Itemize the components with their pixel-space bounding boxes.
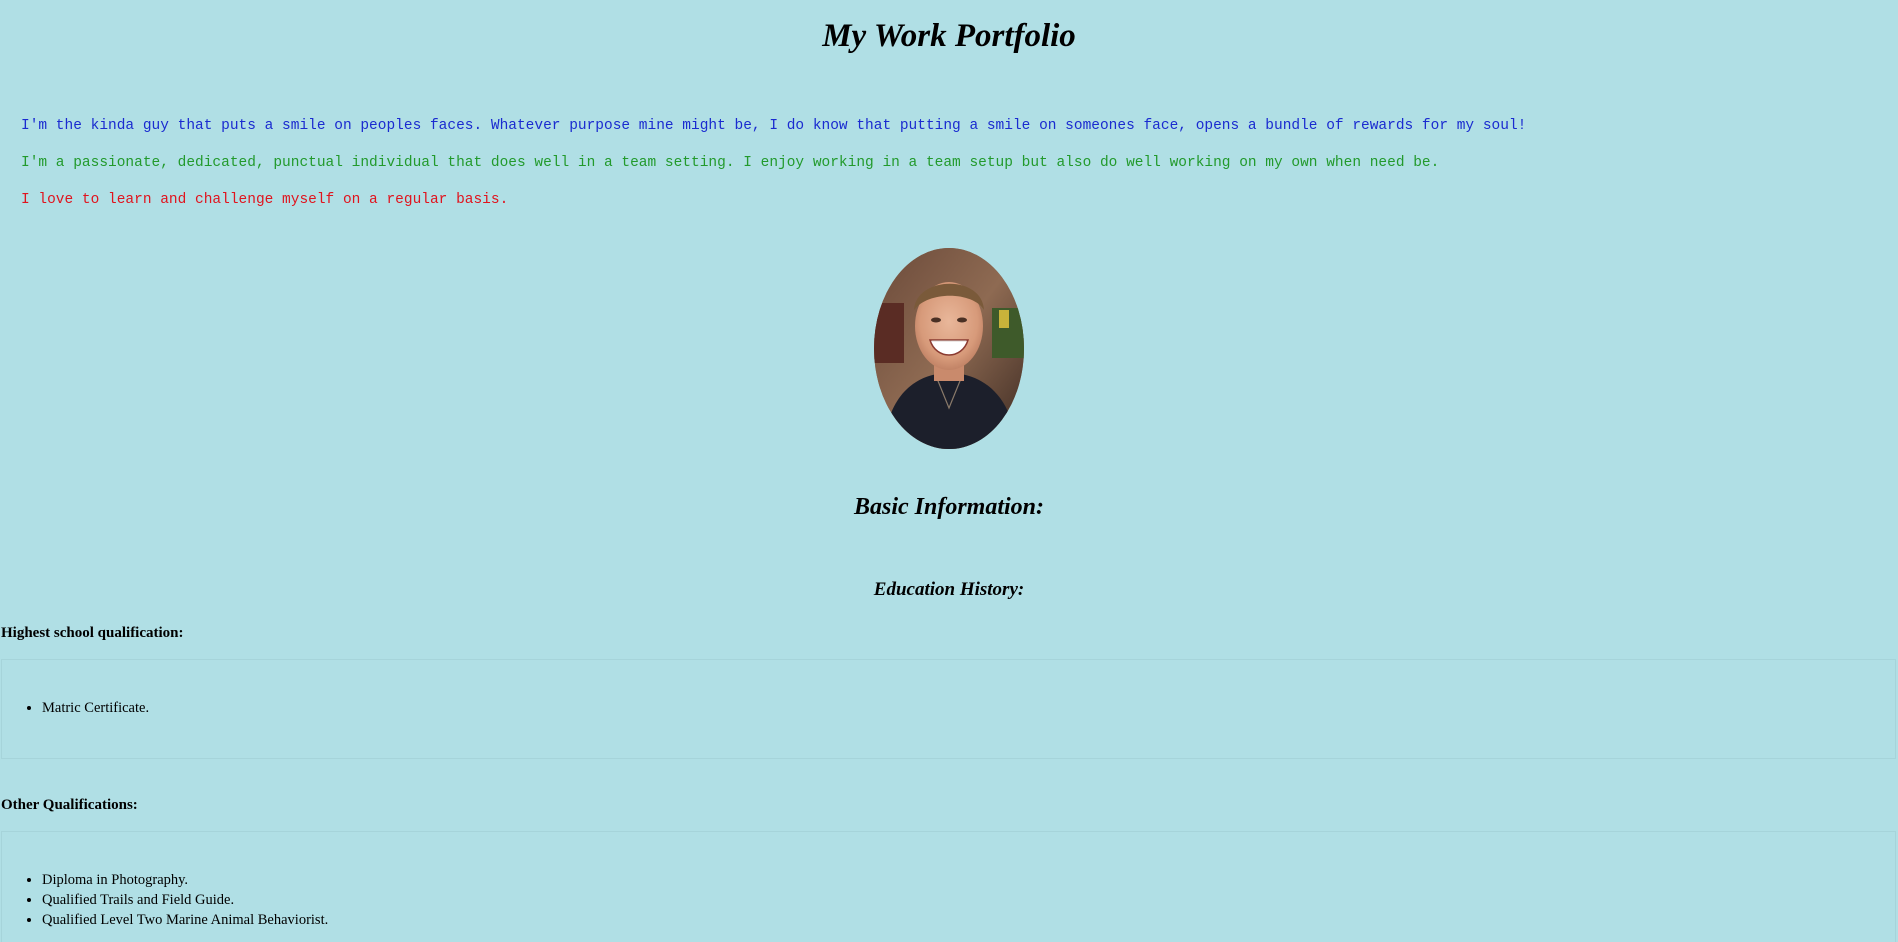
other-qualifications-box: Diploma in Photography. Qualified Trails…	[1, 831, 1896, 942]
profile-photo	[874, 248, 1024, 449]
highest-qualification-list: Matric Certificate.	[2, 660, 1895, 718]
list-item: Qualified Level Two Marine Animal Behavi…	[42, 910, 1895, 930]
portfolio-page: My Work Portfolio I'm the kinda guy that…	[0, 0, 1898, 942]
list-item: Qualified Trails and Field Guide.	[42, 890, 1895, 910]
list-item: Diploma in Photography.	[42, 870, 1895, 890]
list-item: Matric Certificate.	[42, 698, 1895, 718]
highest-qualification-label: Highest school qualification:	[1, 625, 184, 641]
intro-line-smile: I'm the kinda guy that puts a smile on p…	[21, 118, 1527, 134]
page-title: My Work Portfolio	[822, 18, 1076, 54]
education-history-heading: Education History:	[873, 579, 1025, 600]
intro-line-team: I'm a passionate, dedicated, punctual in…	[21, 155, 1440, 171]
basic-information-heading: Basic Information:	[853, 494, 1045, 520]
other-qualifications-label: Other Qualifications:	[1, 797, 138, 813]
intro-line-learn: I love to learn and challenge myself on …	[21, 192, 509, 208]
highest-qualification-box: Matric Certificate.	[1, 659, 1896, 759]
other-qualifications-list: Diploma in Photography. Qualified Trails…	[2, 832, 1895, 930]
profile-photo-image	[874, 248, 1024, 449]
